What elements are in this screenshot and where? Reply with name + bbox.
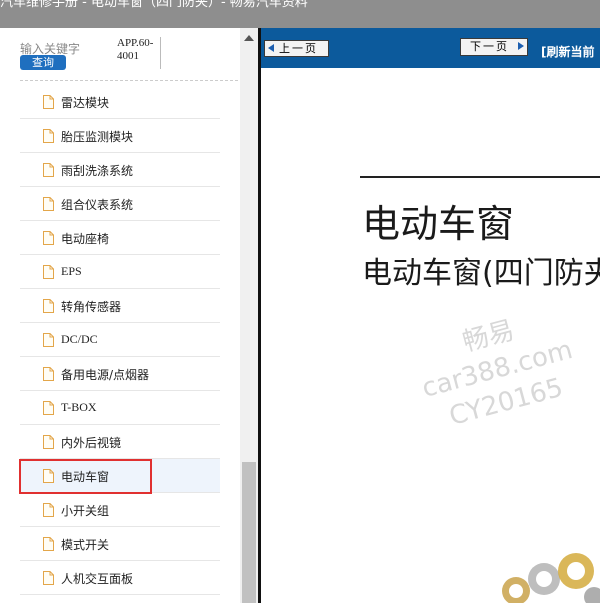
tree-item-label: 雨刮洗涤系统 (61, 164, 134, 178)
tree-item[interactable]: 备用电源/点烟器 (20, 357, 220, 391)
tree-item-label: EPS (61, 264, 82, 278)
tree-item-label: 组合仪表系统 (61, 198, 134, 212)
document-icon (43, 367, 54, 381)
document-icon (43, 469, 54, 483)
search-button[interactable]: 查询 (20, 55, 66, 70)
tree-item-label: 内外后视镜 (61, 436, 122, 450)
document-icon (43, 435, 54, 449)
document-icon (43, 231, 54, 245)
tree-item-label: T-BOX (61, 400, 97, 414)
app-code: APP.60-4001 (117, 37, 161, 69)
refresh-current-link[interactable]: [刷新当前 (541, 43, 595, 60)
tree-item[interactable]: 雷达模块 (20, 85, 220, 119)
tree-item[interactable]: 电动车窗 (20, 459, 220, 493)
document-subtitle: 电动车窗(四门防夹) (362, 256, 600, 291)
scroll-up-icon[interactable] (244, 35, 254, 41)
document-icon (43, 537, 54, 551)
prev-page-button[interactable]: 上一页 (264, 40, 329, 57)
document-icon (43, 265, 54, 279)
tree-item-label: 雷达模块 (61, 96, 110, 110)
tree-item-label: 人机交互面板 (61, 572, 134, 586)
tree-item[interactable]: DC/DC (20, 323, 220, 357)
tree-list: 雷达模块胎压监测模块 雨刮洗涤系统 组合仪表系统 电动座椅 EPS 转角传感器 DC/DC 备… (20, 85, 220, 595)
tree-item-label: 模式开关 (61, 538, 110, 552)
sidebar-scrollbar[interactable] (240, 28, 258, 603)
tree-item-label: 电动车窗 (61, 470, 110, 484)
tree-item[interactable]: 内外后视镜 (20, 425, 220, 459)
next-page-label: 下一页 (470, 40, 509, 53)
document-page: 电动车窗 电动车窗(四门防夹) 畅易 car388.com CY20165 (261, 68, 600, 603)
tree-item-label: 胎压监测模块 (61, 130, 134, 144)
document-icon (43, 129, 54, 143)
document-icon (43, 95, 54, 109)
tree-item[interactable]: 人机交互面板 (20, 561, 220, 595)
document-icon (43, 299, 54, 313)
tree-item[interactable]: 电动座椅 (20, 221, 220, 255)
tree-item[interactable]: 转角传感器 (20, 289, 220, 323)
document-icon (43, 503, 54, 517)
arrow-right-icon (518, 42, 524, 50)
document-icon (43, 333, 54, 347)
next-page-button[interactable]: 下一页 (460, 38, 528, 56)
document-icon (43, 197, 54, 211)
tree-item[interactable]: 雨刮洗涤系统 (20, 153, 220, 187)
scrollbar-thumb[interactable] (242, 462, 256, 603)
tree-item-label: 备用电源/点烟器 (61, 368, 150, 382)
document-rule (360, 176, 600, 178)
tree-item[interactable]: 组合仪表系统 (20, 187, 220, 221)
watermark: 畅易 car388.com CY20165 (388, 294, 600, 471)
tree-item[interactable]: T-BOX (20, 391, 220, 425)
document-icon (43, 163, 54, 177)
tree-item[interactable]: 模式开关 (20, 527, 220, 561)
tree-item[interactable]: 小开关组 (20, 493, 220, 527)
search-divider (20, 80, 238, 81)
page-toolbar: 上一页 下一页 [刷新当前 (261, 28, 600, 68)
tree-item-label: 电动座椅 (61, 232, 110, 246)
arrow-left-icon (268, 44, 274, 52)
document-icon (43, 571, 54, 585)
tree-item-label: 小开关组 (61, 504, 110, 518)
document-icon (43, 401, 54, 415)
brand-logo-art (502, 553, 600, 603)
window-title-bar: 汽车维修手册 - 电动车窗（四门防夹）- 畅易汽车资料 (0, 0, 600, 28)
tree-item-label: DC/DC (61, 332, 98, 346)
window-title: 汽车维修手册 - 电动车窗（四门防夹）- 畅易汽车资料 (0, 0, 308, 10)
tree-item[interactable]: EPS (20, 255, 220, 289)
tree-item-label: 转角传感器 (61, 300, 122, 314)
prev-page-label: 上一页 (279, 42, 318, 55)
document-title: 电动车窗 (362, 202, 515, 246)
sidebar: 输入关键字 查询 APP.60-4001 雷达模块胎压监测模块 雨刮洗涤系统 组合仪… (0, 28, 258, 603)
tree-item[interactable]: 胎压监测模块 (20, 119, 220, 153)
search-area: 输入关键字 查询 APP.60-4001 (0, 28, 240, 81)
